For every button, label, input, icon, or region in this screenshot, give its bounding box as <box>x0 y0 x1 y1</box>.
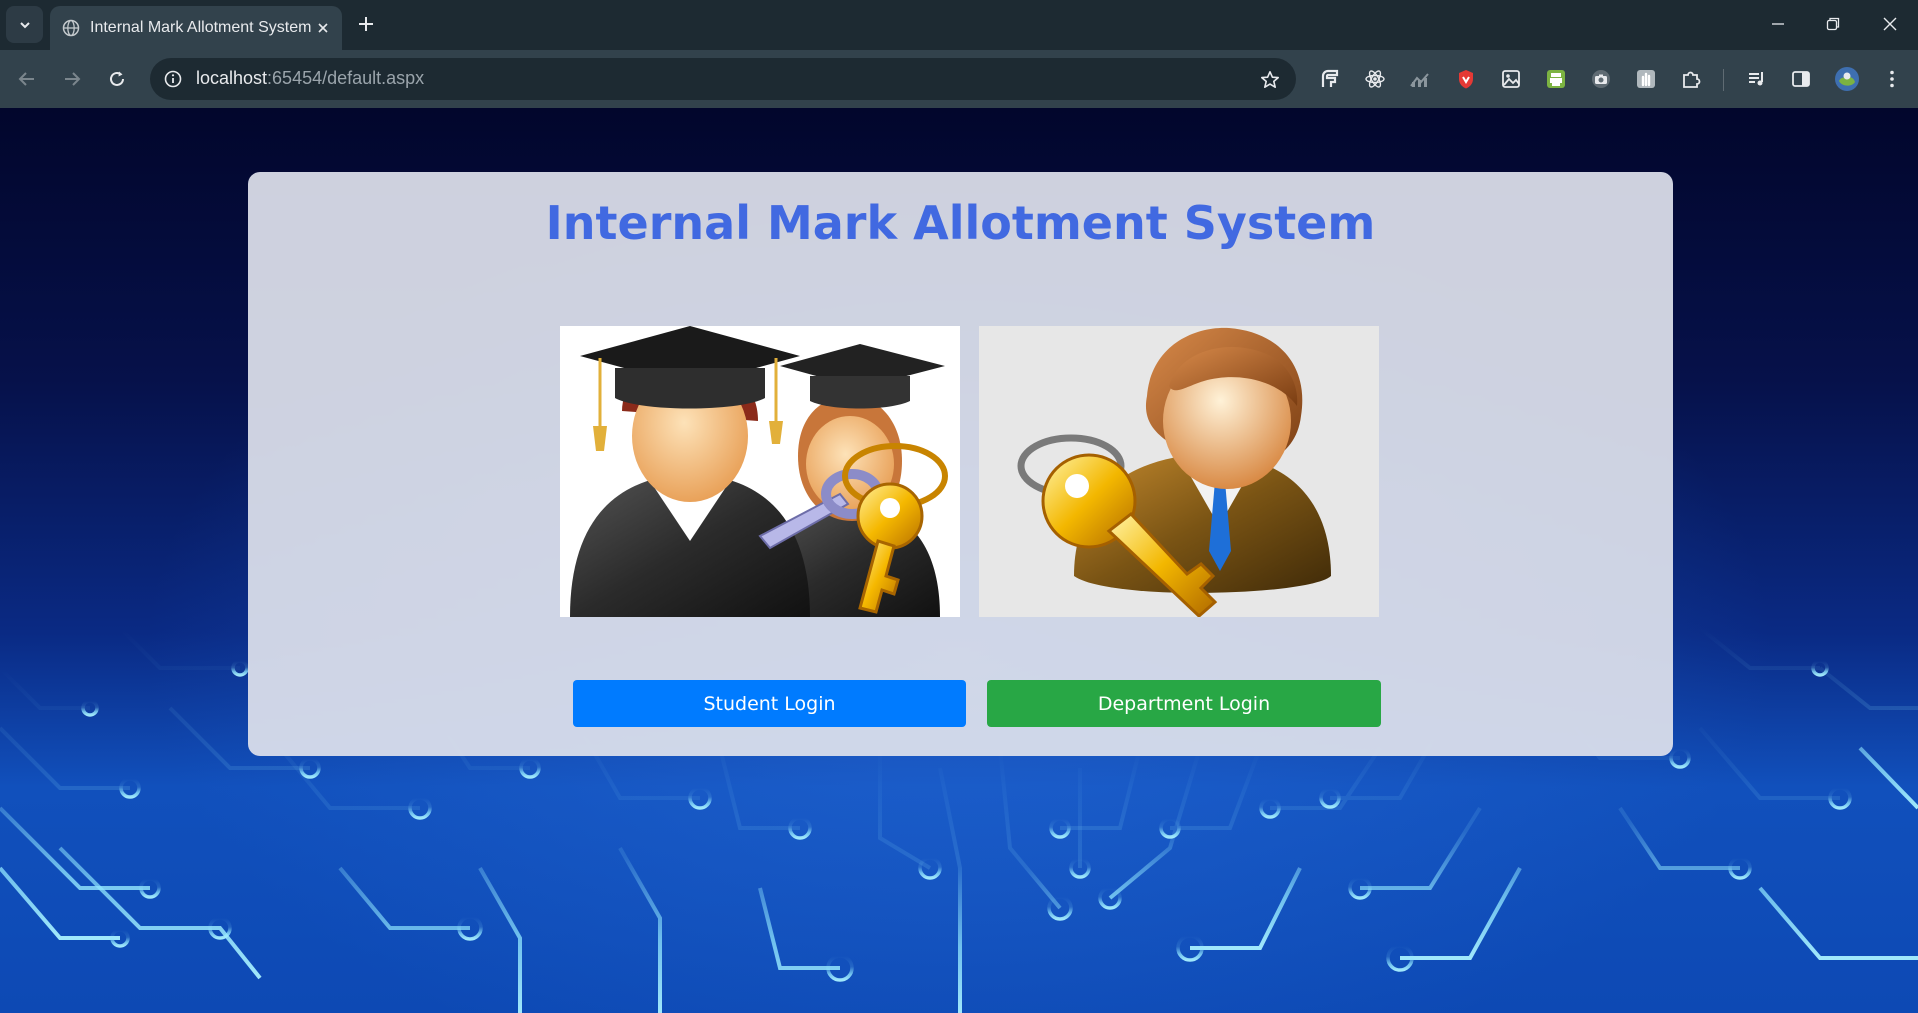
media-controls-button[interactable] <box>1743 65 1771 93</box>
chevron-down-icon <box>19 21 30 28</box>
arrow-left-icon <box>18 72 34 86</box>
extension-f-button[interactable] <box>1316 65 1344 93</box>
close-tab-button[interactable] <box>312 17 334 39</box>
side-panel-button[interactable] <box>1787 65 1815 93</box>
back-button[interactable] <box>12 64 42 94</box>
image-extension-button[interactable] <box>1497 65 1525 93</box>
screenshot-extension-button[interactable] <box>1587 65 1615 93</box>
tab-search-button[interactable] <box>6 6 43 43</box>
browser-tab[interactable]: Internal Mark Allotment System <box>50 6 342 50</box>
reload-button[interactable] <box>102 64 132 94</box>
graduates-with-key-image <box>570 326 948 617</box>
new-tab-button[interactable] <box>352 10 380 38</box>
shield-extension-button[interactable] <box>1452 65 1480 93</box>
extension-f-icon <box>1321 69 1339 87</box>
profile-button[interactable] <box>1833 65 1861 93</box>
toolbar-separator <box>1723 69 1724 91</box>
login-card: Internal Mark Allotment System Student L… <box>248 172 1673 756</box>
url-host: localhost <box>196 68 268 88</box>
analytics-extension-button[interactable] <box>1406 65 1434 93</box>
shield-icon <box>1459 70 1473 89</box>
chart-icon <box>1410 73 1429 87</box>
react-icon <box>1365 70 1385 88</box>
page-viewport: Internal Mark Allotment System Student L… <box>0 108 1918 1013</box>
printer-icon <box>1547 70 1565 88</box>
browser-menu-button[interactable] <box>1878 65 1906 93</box>
url-text[interactable]: localhost:65454/default.aspx <box>196 68 424 89</box>
url-path: :65454/default.aspx <box>267 68 425 88</box>
globe-icon <box>62 19 80 37</box>
forward-button[interactable] <box>57 64 87 94</box>
media-icon <box>1749 72 1763 86</box>
camera-icon <box>1592 70 1610 88</box>
info-icon <box>164 70 182 88</box>
minimize-button[interactable] <box>1758 10 1798 38</box>
plus-icon <box>359 17 373 31</box>
close-icon <box>318 23 328 33</box>
minimize-icon <box>1772 23 1784 25</box>
reload-icon <box>110 71 124 86</box>
side-panel-icon <box>1792 71 1810 87</box>
tab-title: Internal Mark Allotment System <box>90 19 312 36</box>
restore-button[interactable] <box>1813 10 1853 38</box>
address-bar[interactable]: localhost:65454/default.aspx <box>150 58 1296 100</box>
more-vertical-icon <box>1890 70 1894 88</box>
image-icon <box>1502 70 1520 88</box>
arrow-right-icon <box>65 72 81 86</box>
student-image <box>560 326 960 617</box>
businessman-with-key-image <box>1017 327 1331 617</box>
puzzle-icon <box>1683 71 1701 88</box>
bookmark-button[interactable] <box>1256 66 1284 94</box>
site-info-button[interactable] <box>162 68 184 90</box>
react-devtools-button[interactable] <box>1361 65 1389 93</box>
close-window-button[interactable] <box>1870 10 1910 38</box>
print-extension-button[interactable] <box>1542 65 1570 93</box>
student-login-button[interactable]: Student Login <box>573 680 966 727</box>
hand-icon <box>1637 70 1655 88</box>
page-title: Internal Mark Allotment System <box>545 196 1376 250</box>
hand-extension-button[interactable] <box>1632 65 1660 93</box>
department-image <box>979 326 1379 617</box>
browser-toolbar: localhost:65454/default.aspx <box>0 50 1918 108</box>
department-login-button[interactable]: Department Login <box>987 680 1381 727</box>
close-window-icon <box>1883 17 1897 31</box>
restore-icon <box>1826 17 1840 31</box>
extensions-button[interactable] <box>1677 65 1705 93</box>
avatar <box>1835 67 1859 91</box>
star-icon <box>1261 71 1279 88</box>
browser-tab-bar: Internal Mark Allotment System <box>0 0 1918 50</box>
